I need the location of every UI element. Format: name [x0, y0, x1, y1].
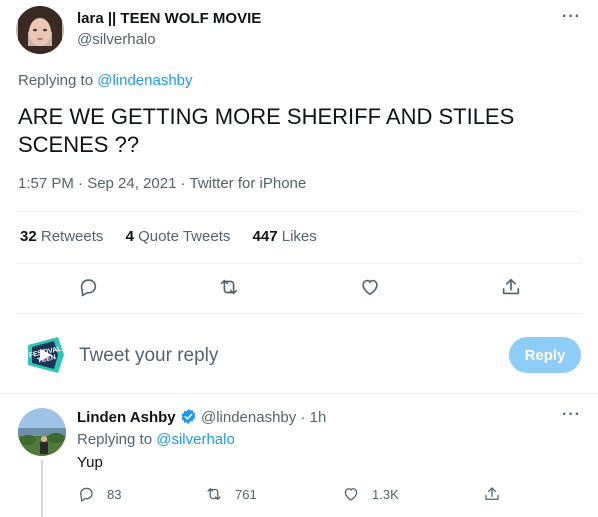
like-icon[interactable]	[359, 276, 381, 303]
retweets-label: Retweets	[40, 228, 104, 245]
likes-stat[interactable]: 447 Likes	[253, 228, 317, 245]
author-handle[interactable]: @silverhalo	[77, 31, 156, 48]
reply-header: Linden Ashby @lindenashby · 1h	[77, 408, 326, 429]
reply-button[interactable]: Reply	[509, 337, 581, 373]
reply-input[interactable]: Tweet your reply	[79, 345, 479, 367]
author-avatar[interactable]	[16, 6, 64, 54]
divider	[0, 393, 598, 394]
more-options-icon[interactable]: ···	[562, 8, 581, 26]
reply-author-name[interactable]: Linden Ashby	[77, 409, 176, 426]
reply-icon[interactable]	[77, 276, 99, 303]
replying-to-prefix: Replying to	[18, 72, 94, 89]
quotes-stat[interactable]: 4 Quote Tweets	[126, 228, 235, 245]
reply-like-icon[interactable]: 1.3K	[342, 485, 399, 503]
compose-avatar: FESTIVAL TEEN	[24, 333, 68, 377]
reply-more-options-icon[interactable]: ···	[562, 406, 581, 424]
reply-retweet-count: 761	[235, 486, 257, 502]
reply-author-avatar[interactable]	[18, 408, 66, 456]
replying-to-link[interactable]: @lindenashby	[97, 72, 192, 89]
quotes-label: Quote Tweets	[138, 228, 231, 245]
retweet-icon[interactable]	[218, 276, 240, 303]
replying-to: Replying to @lindenashby	[18, 72, 193, 89]
tweet-timestamp[interactable]: 1:57 PM · Sep 24, 2021 · Twitter for iPh…	[18, 175, 306, 192]
divider	[16, 313, 582, 314]
retweets-count: 32	[20, 228, 37, 245]
reply-replying-to-prefix: Replying to	[77, 431, 153, 448]
retweets-stat[interactable]: 32 Retweets	[20, 228, 108, 245]
reply-retweet-icon[interactable]: 761	[205, 485, 257, 503]
reply-author-handle[interactable]: @lindenashby	[201, 409, 296, 426]
reply-time[interactable]: · 1h	[300, 409, 326, 426]
tweet-stats: 32 Retweets 4 Quote Tweets 447 Likes	[20, 228, 317, 245]
reply-reply-count: 83	[107, 486, 122, 502]
reply-like-count: 1.3K	[372, 486, 399, 502]
reply-replying-to: Replying to @silverhalo	[77, 431, 235, 448]
tweet-text-line-2: SCENES ??	[18, 132, 140, 157]
likes-count: 447	[252, 228, 278, 245]
author-name[interactable]: lara || TEEN WOLF MOVIE	[77, 10, 261, 27]
divider	[16, 263, 582, 264]
tweet-text-line-1: ARE WE GETTING MORE SHERIFF AND STILES	[18, 104, 515, 129]
tweet-text: ARE WE GETTING MORE SHERIFF AND STILES S…	[18, 103, 514, 159]
likes-label: Likes	[281, 228, 317, 245]
share-icon[interactable]	[500, 276, 522, 303]
divider	[16, 211, 582, 212]
reply-share-icon[interactable]	[483, 485, 501, 508]
thread-line	[41, 460, 43, 517]
reply-text: Yup	[77, 454, 103, 471]
reply-replying-to-link[interactable]: @silverhalo	[156, 431, 235, 448]
verified-badge-icon	[180, 408, 197, 429]
reply-reply-icon[interactable]: 83	[77, 485, 121, 503]
quotes-count: 4	[125, 228, 134, 245]
